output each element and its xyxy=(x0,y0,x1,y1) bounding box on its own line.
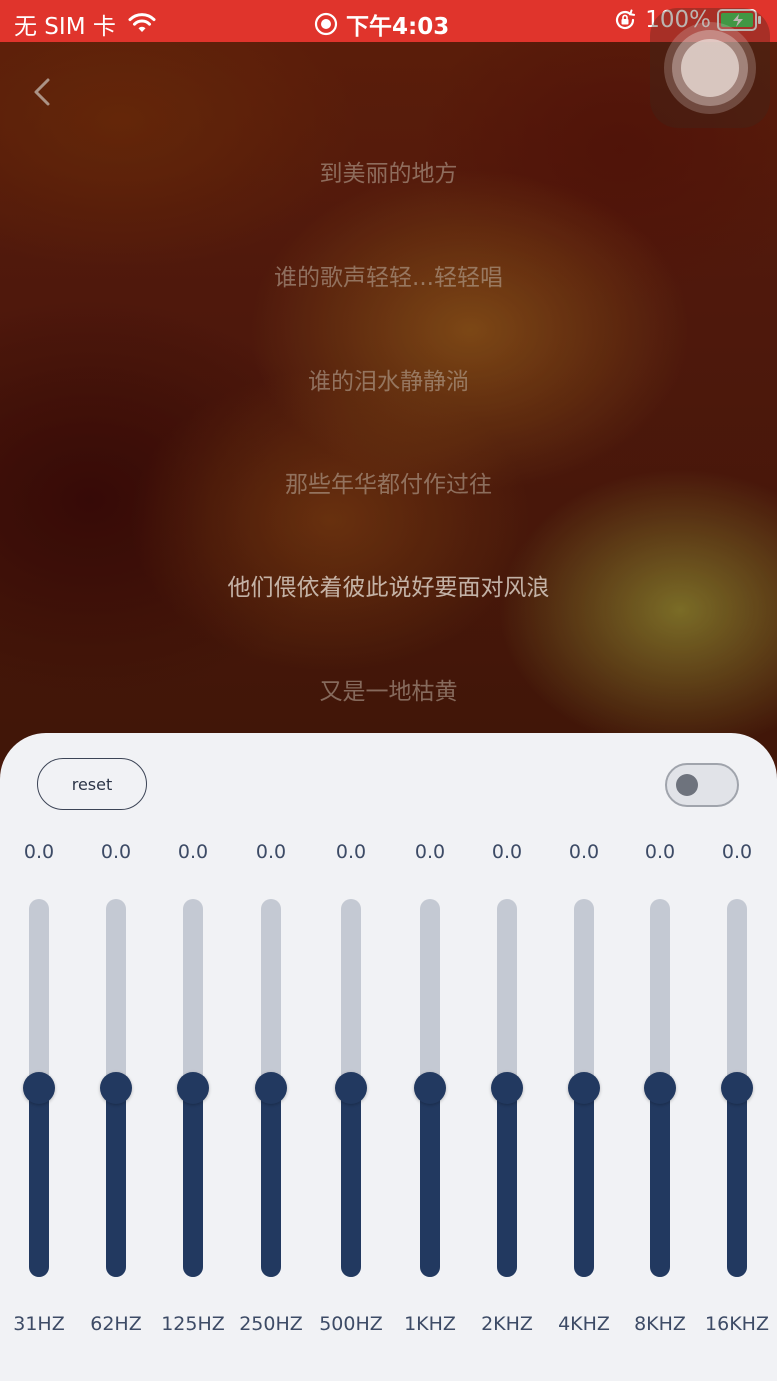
eq-band: 0.0 500HZ xyxy=(313,733,389,1381)
eq-slider-thumb[interactable] xyxy=(491,1072,523,1104)
eq-band: 0.0 1KHZ xyxy=(392,733,468,1381)
equalizer-panel: reset 0.0 31HZ 0.0 62HZ 0.0 125HZ 0.0 250HZ 0.0 5… xyxy=(0,733,777,1381)
eq-slider-thumb[interactable] xyxy=(644,1072,676,1104)
screen-record-icon xyxy=(314,12,338,36)
eq-band-value: 0.0 xyxy=(414,841,446,863)
player-screen: 无 SIM 卡 下午4:03 100% 到美丽的地方 谁的歌声轻轻...轻轻唱 … xyxy=(0,0,777,1381)
eq-slider-fill xyxy=(341,1078,361,1277)
eq-slider-fill xyxy=(650,1078,670,1277)
eq-band: 0.0 125HZ xyxy=(155,733,231,1381)
lyric-line: 又是一地枯黄 xyxy=(319,679,458,705)
assistive-touch-core xyxy=(681,39,739,97)
eq-slider-thumb[interactable] xyxy=(721,1072,753,1104)
lyric-line: 谁的歌声轻轻...轻轻唱 xyxy=(274,265,503,291)
lyric-line: 到美丽的地方 xyxy=(319,161,458,187)
eq-slider-thumb[interactable] xyxy=(100,1072,132,1104)
eq-band-value: 0.0 xyxy=(644,841,676,863)
eq-slider-fill xyxy=(497,1078,517,1277)
chevron-left-icon xyxy=(34,78,50,106)
back-button[interactable] xyxy=(20,70,66,116)
eq-band-value: 0.0 xyxy=(335,841,367,863)
eq-slider-thumb[interactable] xyxy=(177,1072,209,1104)
lyric-line: 谁的泪水静静淌 xyxy=(308,369,469,395)
eq-slider-thumb[interactable] xyxy=(23,1072,55,1104)
eq-band-value: 0.0 xyxy=(568,841,600,863)
status-left: 无 SIM 卡 xyxy=(14,7,158,41)
status-center: 下午4:03 xyxy=(314,7,449,41)
wifi-icon xyxy=(128,13,156,32)
eq-slider-thumb[interactable] xyxy=(414,1072,446,1104)
lyric-line: 那些年华都付作过往 xyxy=(285,472,492,498)
eq-slider-thumb[interactable] xyxy=(255,1072,287,1104)
eq-slider-fill xyxy=(29,1078,49,1277)
eq-slider-fill xyxy=(727,1078,747,1277)
eq-slider-fill xyxy=(574,1078,594,1277)
carrier-text: 无 SIM 卡 xyxy=(14,14,116,40)
eq-slider-fill xyxy=(261,1078,281,1277)
eq-band-value: 0.0 xyxy=(23,841,55,863)
eq-band-value: 0.0 xyxy=(255,841,287,863)
eq-band: 0.0 4KHZ xyxy=(546,733,622,1381)
eq-band: 0.0 250HZ xyxy=(233,733,309,1381)
eq-band-label: 16KHZ xyxy=(705,1313,769,1335)
eq-band-value: 0.0 xyxy=(177,841,209,863)
eq-band: 0.0 31HZ xyxy=(1,733,77,1381)
eq-slider-fill xyxy=(183,1078,203,1277)
lyric-line-current: 他们偎依着彼此说好要面对风浪 xyxy=(227,575,550,601)
eq-slider-thumb[interactable] xyxy=(568,1072,600,1104)
assistive-touch-button[interactable] xyxy=(650,8,770,128)
eq-band: 0.0 62HZ xyxy=(78,733,154,1381)
eq-band: 0.0 16KHZ xyxy=(699,733,775,1381)
eq-band: 0.0 8KHZ xyxy=(622,733,698,1381)
eq-band: 0.0 2KHZ xyxy=(469,733,545,1381)
eq-slider-thumb[interactable] xyxy=(335,1072,367,1104)
eq-slider-fill xyxy=(106,1078,126,1277)
eq-band-value: 0.0 xyxy=(721,841,753,863)
eq-band-value: 0.0 xyxy=(100,841,132,863)
rotation-lock-icon xyxy=(616,9,636,30)
eq-band-value: 0.0 xyxy=(491,841,523,863)
eq-slider-fill xyxy=(420,1078,440,1277)
clock-text: 下午4:03 xyxy=(346,14,450,40)
